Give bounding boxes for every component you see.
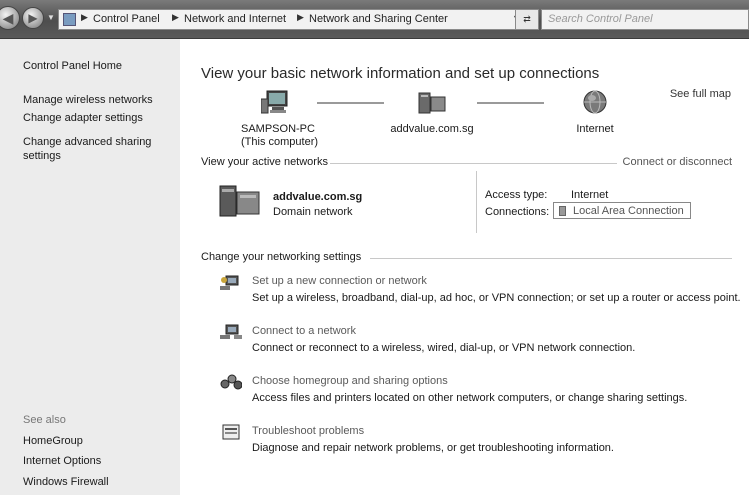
forward-button[interactable]: ▶ bbox=[22, 7, 44, 29]
control-panel-icon bbox=[63, 13, 76, 26]
active-network-type[interactable]: Domain network bbox=[273, 206, 352, 218]
map-connection-line bbox=[317, 102, 384, 104]
globe-icon[interactable] bbox=[582, 89, 608, 115]
see-also-heading: See also bbox=[23, 414, 66, 426]
new-connection-icon bbox=[220, 275, 239, 290]
networking-settings-heading: Change your networking settings bbox=[201, 251, 362, 263]
access-type-value: Internet bbox=[571, 189, 609, 201]
recent-pages-dropdown-icon[interactable]: ▼ bbox=[47, 13, 55, 22]
connect-network-icon bbox=[220, 324, 242, 339]
refresh-button[interactable]: ⇄ bbox=[515, 9, 539, 30]
connections-label: Connections: bbox=[485, 206, 550, 218]
refresh-icon: ⇄ bbox=[523, 14, 531, 24]
main-content: View your basic network information and … bbox=[180, 39, 749, 495]
map-internet-label: Internet bbox=[576, 123, 614, 135]
see-also-windows-firewall[interactable]: Windows Firewall bbox=[23, 476, 109, 488]
access-type-label: Access type: bbox=[485, 189, 548, 201]
sidebar: Control Panel Home Manage wireless netwo… bbox=[0, 39, 180, 495]
see-also-internet-options[interactable]: Internet Options bbox=[23, 455, 101, 467]
connections-value[interactable]: Local Area Connection bbox=[573, 205, 684, 217]
breadcrumb-network-and-internet[interactable]: Network and Internet bbox=[184, 13, 286, 25]
section-divider bbox=[330, 163, 617, 164]
sidebar-item-change-advanced-sharing-settings[interactable]: Change advanced sharing settings bbox=[23, 135, 163, 163]
connect-or-disconnect-link[interactable]: Connect or disconnect bbox=[623, 156, 732, 168]
computer-icon[interactable] bbox=[261, 89, 291, 115]
homegroup-icon bbox=[220, 374, 242, 390]
forward-arrow-icon: ▶ bbox=[28, 11, 38, 25]
sidebar-control-panel-home[interactable]: Control Panel Home bbox=[23, 60, 122, 72]
task-troubleshoot-desc: Diagnose and repair network problems, or… bbox=[252, 442, 614, 454]
see-also-homegroup[interactable]: HomeGroup bbox=[23, 435, 83, 447]
breadcrumb-separator-icon[interactable]: ▶ bbox=[172, 12, 179, 23]
map-connection-line bbox=[477, 102, 544, 104]
map-computer-sub: (This computer) bbox=[241, 136, 319, 148]
task-connect-to-network-desc: Connect or reconnect to a wireless, wire… bbox=[252, 342, 636, 354]
section-divider bbox=[370, 258, 732, 259]
active-network-name: addvalue.com.sg bbox=[273, 191, 363, 203]
back-arrow-icon: ◀ bbox=[2, 10, 14, 26]
vertical-divider bbox=[476, 171, 477, 233]
breadcrumb-separator-icon[interactable]: ▶ bbox=[81, 12, 88, 23]
troubleshoot-icon bbox=[222, 424, 240, 440]
sidebar-item-manage-wireless-networks[interactable]: Manage wireless networks bbox=[23, 94, 153, 106]
breadcrumb-control-panel[interactable]: Control Panel bbox=[93, 13, 160, 25]
map-computer-name: SAMPSON-PC bbox=[241, 123, 315, 135]
task-troubleshoot-link[interactable]: Troubleshoot problems bbox=[252, 425, 364, 437]
task-setup-new-connection-link[interactable]: Set up a new connection or network bbox=[252, 275, 427, 287]
sidebar-item-change-adapter-settings[interactable]: Change adapter settings bbox=[23, 112, 143, 124]
network-icon[interactable] bbox=[417, 91, 447, 115]
task-homegroup-sharing-link[interactable]: Choose homegroup and sharing options bbox=[252, 375, 448, 387]
breadcrumb-separator-icon[interactable]: ▶ bbox=[297, 12, 304, 23]
task-setup-new-connection-desc: Set up a wireless, broadband, dial-up, a… bbox=[252, 292, 741, 304]
page-title: View your basic network information and … bbox=[201, 65, 600, 82]
active-networks-heading: View your active networks bbox=[201, 156, 328, 168]
address-bar[interactable]: ▶ Control Panel ▶ Network and Internet ▶… bbox=[58, 9, 528, 30]
task-homegroup-sharing-desc: Access files and printers located on oth… bbox=[252, 392, 688, 404]
ethernet-adapter-icon bbox=[559, 206, 566, 216]
local-area-connection-link[interactable]: Local Area Connection bbox=[553, 202, 691, 219]
title-address-bar: ◀ ▶ ▼ ▶ Control Panel ▶ Network and Inte… bbox=[0, 0, 749, 39]
map-network-name: addvalue.com.sg bbox=[390, 123, 474, 135]
search-input[interactable]: Search Control Panel bbox=[541, 9, 749, 30]
domain-network-icon bbox=[219, 185, 260, 217]
back-button[interactable]: ◀ bbox=[0, 6, 20, 30]
task-connect-to-network-link[interactable]: Connect to a network bbox=[252, 325, 356, 337]
breadcrumb-network-and-sharing-center[interactable]: Network and Sharing Center bbox=[309, 13, 448, 25]
see-full-map-link[interactable]: See full map bbox=[670, 88, 731, 100]
